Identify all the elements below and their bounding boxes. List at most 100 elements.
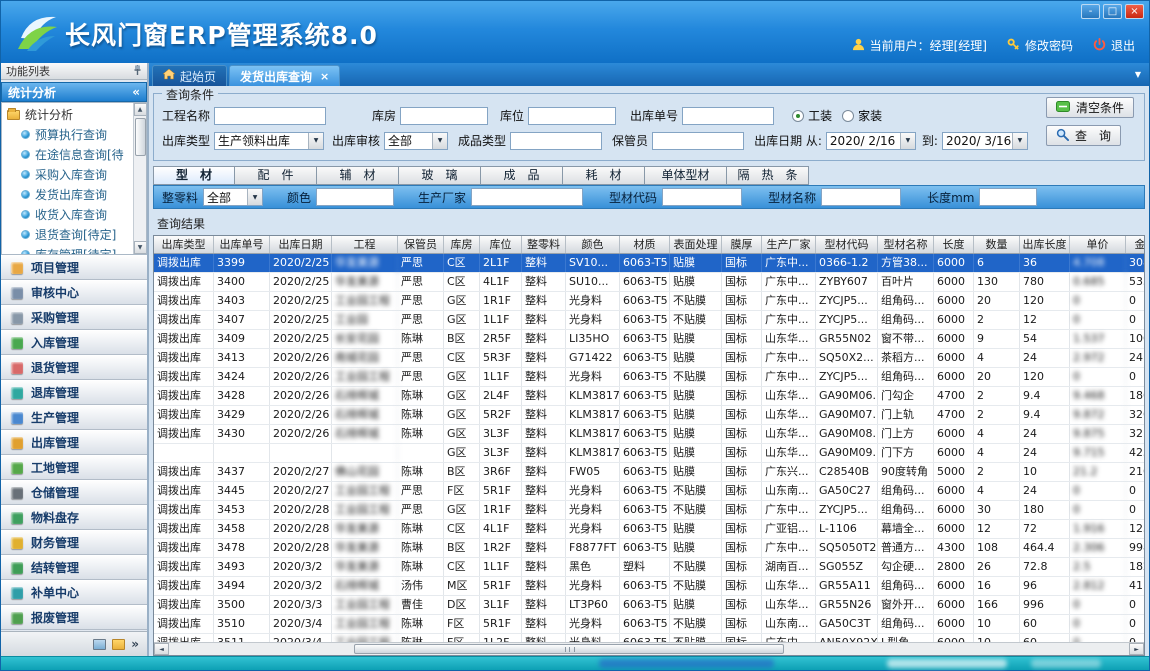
date-to-picker[interactable]: 2020/ 3/16 ▼ [942,132,1028,150]
scroll-down-icon[interactable]: ▼ [134,241,147,254]
table-row[interactable]: 调拨出库35112020/3/4工业园工程陈琳F区1L2F整料光身料6063-T… [154,634,1144,642]
sidebar-section-site-mgmt[interactable]: 工地管理 [1,455,147,480]
profile-code-input[interactable] [662,188,742,206]
audit-select[interactable]: 全部 ▼ [384,132,448,150]
chevron-down-icon[interactable]: ▼ [432,133,447,149]
column-header-amount[interactable]: 金额 [1126,236,1144,253]
sidebar-section-inventory-count[interactable]: 物料盘存 [1,505,147,530]
material-tab-glass[interactable]: 玻 璃 [399,166,481,185]
maximize-button[interactable]: □ [1103,4,1122,19]
column-header-color[interactable]: 颜色 [566,236,620,253]
tree-item-return-query[interactable]: 退货查询[待定] [5,224,132,244]
sidebar-group-statistics[interactable]: 统计分析 « [1,82,147,102]
column-header-material[interactable]: 材质 [620,236,670,253]
column-header-project[interactable]: 工程 [332,236,398,253]
outbound-type-select[interactable]: 生产领料出库 ▼ [214,132,324,150]
radio-gongzhuang[interactable]: 工装 [792,107,832,124]
pin-icon[interactable] [133,65,142,78]
column-header-outbound-type[interactable]: 出库类型 [154,236,214,253]
change-password-button[interactable]: 修改密码 [1007,37,1073,54]
column-header-date[interactable]: 出库日期 [270,236,332,253]
column-header-film[interactable]: 膜厚 [722,236,762,253]
more-panels-icon[interactable]: » [131,637,139,651]
tab-close-icon[interactable]: × [320,70,329,83]
project-name-input[interactable] [214,107,326,125]
table-row[interactable]: 调拨出库34282020/2/26石排辉城陈琳G区2L4F整料KLM381760… [154,387,1144,406]
panel-folder-icon[interactable] [112,639,125,650]
column-header-profile-name[interactable]: 型材名称 [878,236,934,253]
tree-item-purchase-inbound-query[interactable]: 采购入库查询 [5,164,132,184]
table-row[interactable]: 调拨出库34932020/3/2华发美源陈琳C区1L1F整料黑色塑料不贴膜国标湖… [154,558,1144,577]
table-row[interactable]: 调拨出库34302020/2/26石排辉城陈琳G区3L3F整料KLM381760… [154,425,1144,444]
sidebar-section-warehouse-mgmt[interactable]: 仓储管理 [1,480,147,505]
sidebar-section-return-goods-mgmt[interactable]: 退货管理 [1,355,147,380]
tree-root-statistics[interactable]: 统计分析 [5,105,132,124]
column-header-surface[interactable]: 表面处理 [670,236,722,253]
sidebar-section-purchase-mgmt[interactable]: 采购管理 [1,305,147,330]
scroll-up-icon[interactable]: ▲ [134,103,147,116]
scroll-right-icon[interactable]: ► [1129,643,1144,655]
tab-home[interactable]: 起始页 [152,65,227,86]
material-tab-insulation-strip[interactable]: 隔 热 条 [727,166,809,185]
material-tab-auxiliary[interactable]: 辅 材 [317,166,399,185]
column-header-warehouse[interactable]: 库房 [444,236,480,253]
manufacturer-input[interactable] [471,188,583,206]
material-tab-single-profile[interactable]: 单体型材 [645,166,727,185]
chevron-down-icon[interactable]: ▼ [247,189,262,205]
column-header-profile-code[interactable]: 型材代码 [816,236,878,253]
tab-list-dropdown-icon[interactable]: ▼ [1135,70,1141,79]
keeper-input[interactable] [652,132,744,150]
location-input[interactable] [528,107,616,125]
sidebar-section-audit-center[interactable]: 审核中心 [1,280,147,305]
warehouse-input[interactable] [400,107,488,125]
tree-scrollbar[interactable]: ▲ ▼ [133,103,146,254]
horizontal-scrollbar[interactable]: ◄ ► [154,642,1144,655]
column-header-location[interactable]: 库位 [480,236,522,253]
length-input[interactable] [979,188,1037,206]
table-row[interactable]: 调拨出库34032020/2/25工业园工程严思G区1R1F整料光身料6063-… [154,292,1144,311]
hscroll-thumb[interactable] [354,644,784,654]
tree-item-transit-info-query[interactable]: 在途信息查询[待 [5,144,132,164]
chevron-down-icon[interactable]: ▼ [308,133,323,149]
whole-scrap-select[interactable]: 全部 ▼ [203,188,263,206]
table-row[interactable]: 调拨出库35002020/3/3工业园工程曹佳D区3L1F整料LT3P60606… [154,596,1144,615]
material-tab-consumables[interactable]: 耗 材 [563,166,645,185]
material-tab-finished[interactable]: 成 品 [481,166,563,185]
tree-item-budget-exec-query[interactable]: 预算执行查询 [5,124,132,144]
column-header-unit-price[interactable]: 单价 [1070,236,1126,253]
table-row[interactable]: 调拨出库34782020/2/28华发美源陈琳B区1R2F整料F8877FT60… [154,539,1144,558]
table-row[interactable]: 调拨出库34532020/2/28工业园工程严思G区1R1F整料光身料6063-… [154,501,1144,520]
table-row[interactable]: G区3L3F整料KLM38176063-T5贴膜国标山东华...GA90M09.… [154,444,1144,463]
material-tab-parts[interactable]: 配 件 [235,166,317,185]
sidebar-section-return-stock-mgmt[interactable]: 退库管理 [1,380,147,405]
sidebar-section-carryover-mgmt[interactable]: 结转管理 [1,555,147,580]
table-row[interactable]: 调拨出库34242020/2/26工业园工程严思G区1L1F整料光身料6063-… [154,368,1144,387]
order-no-input[interactable] [682,107,774,125]
sidebar-section-production-mgmt[interactable]: 生产管理 [1,405,147,430]
close-button[interactable]: × [1125,4,1144,19]
sidebar-section-project-mgmt[interactable]: 项目管理 [1,255,147,280]
color-input[interactable] [316,188,394,206]
radio-jiazhuang[interactable]: 家装 [842,107,882,124]
tree-scroll-thumb[interactable] [135,118,146,156]
table-row[interactable]: 调拨出库35102020/3/4工业园工程陈琳F区5R1F整料光身料6063-T… [154,615,1144,634]
column-header-length[interactable]: 长度 [934,236,974,253]
profile-name-input[interactable] [821,188,901,206]
sidebar-section-scrap-mgmt[interactable]: 报废管理 [1,605,147,630]
table-row[interactable]: 调拨出库34372020/2/27佛山花园陈琳B区3R6F整料FW056063-… [154,463,1144,482]
table-row[interactable]: 调拨出库34002020/2/25华发美源严思C区4L1F整料SU10...60… [154,273,1144,292]
collapse-left-icon[interactable]: « [132,85,140,99]
minimize-button[interactable]: - [1081,4,1100,19]
table-row[interactable]: 调拨出库34942020/3/2石排辉城汤伟M区5R1F整料光身料6063-T5… [154,577,1144,596]
scroll-left-icon[interactable]: ◄ [154,643,169,655]
clear-conditions-button[interactable]: 清空条件 [1046,97,1134,118]
table-row[interactable]: 调拨出库34292020/2/26石排辉城陈琳G区5R2F整料KLM381760… [154,406,1144,425]
table-row[interactable]: 调拨出库34092020/2/25长安花园陈琳B区2R5F整料LI35HO606… [154,330,1144,349]
panel-window-icon[interactable] [93,639,106,650]
sidebar-section-inbound-mgmt[interactable]: 入库管理 [1,330,147,355]
search-button[interactable]: 查 询 [1046,125,1121,146]
table-row[interactable]: 调拨出库34452020/2/27工业园工程严思F区5R1F整料光身料6063-… [154,482,1144,501]
date-from-picker[interactable]: 2020/ 2/16 ▼ [826,132,916,150]
table-row[interactable]: 调拨出库34072020/2/25工业园严思G区1L1F整料光身料6063-T5… [154,311,1144,330]
chevron-down-icon[interactable]: ▼ [900,133,915,149]
